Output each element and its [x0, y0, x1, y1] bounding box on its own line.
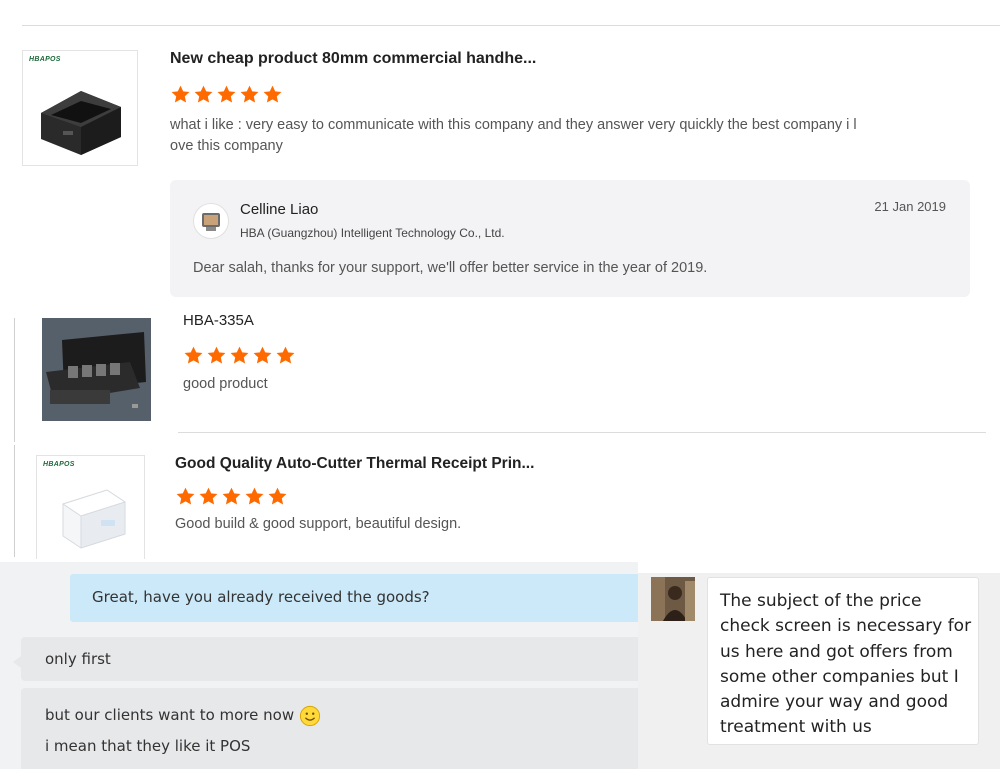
- rating-stars: [183, 345, 296, 366]
- star-icon: [207, 346, 226, 364]
- reply-date: 21 Jan 2019: [874, 199, 946, 214]
- chat-bubble-reply-1: only first: [21, 637, 638, 681]
- printer-illustration: [41, 91, 121, 155]
- seller-reply: Celline Liao HBA (Guangzhou) Intelligent…: [170, 180, 970, 297]
- rating-stars: [175, 486, 288, 507]
- star-icon: [199, 487, 218, 505]
- brand-logo: HBAPOS: [43, 461, 75, 468]
- review-text: Good build & good support, beautiful des…: [175, 516, 462, 532]
- star-icon: [222, 487, 241, 505]
- star-icon: [245, 487, 264, 505]
- message-line-6: treatment with us: [720, 717, 872, 738]
- message-line-1: The subject of the price: [720, 591, 922, 611]
- star-icon: [184, 346, 203, 364]
- star-icon: [176, 487, 195, 505]
- reply-author: Celline Liao: [240, 201, 319, 218]
- review-title[interactable]: Good Quality Auto-Cutter Thermal Receipt…: [175, 455, 534, 473]
- segment-edge: [14, 318, 15, 442]
- top-divider: [22, 25, 1000, 26]
- reply-company: HBA (Guangzhou) Intelligent Technology C…: [240, 226, 505, 240]
- avatar-icon: [193, 203, 229, 239]
- brand-logo: HBAPOS: [29, 56, 61, 63]
- chat-reply-2-line-1: but our clients want to more now: [45, 700, 638, 731]
- segment-edge: [14, 445, 15, 557]
- chat-reply-2-text-1: but our clients want to more now: [45, 706, 295, 724]
- review-text: what i like : very easy to communicate w…: [170, 115, 960, 157]
- product-image-printer[interactable]: HBAPOS: [22, 50, 138, 166]
- message-line-4: some other companies but I: [720, 666, 959, 687]
- rating-stars: [170, 84, 283, 105]
- chat-bubble-question: Great, have you already received the goo…: [70, 574, 638, 622]
- message-line-5: admire your way and good: [720, 692, 949, 713]
- star-icon: [263, 85, 282, 103]
- smile-emoji-icon: [299, 705, 320, 726]
- review-text-line-2: ove this company: [170, 138, 283, 154]
- star-icon: [240, 85, 259, 103]
- star-icon: [217, 85, 236, 103]
- product-image-cash-drawer[interactable]: [42, 318, 151, 421]
- review-title[interactable]: HBA-335A: [183, 312, 254, 329]
- chat-reply-2-line-2: i mean that they like it POS: [45, 737, 251, 755]
- star-icon: [194, 85, 213, 103]
- chat-right-panel: The subject of the price check screen is…: [638, 573, 1000, 769]
- receipt-printer-illustration: [61, 489, 127, 549]
- star-icon: [268, 487, 287, 505]
- message-line-2: check screen is necessary for: [720, 616, 972, 637]
- star-icon: [276, 346, 295, 364]
- cash-drawer-illustration: [42, 318, 151, 421]
- chat-reply-1-text: only first: [45, 650, 111, 668]
- reply-message: Dear salah, thanks for your support, we'…: [193, 260, 708, 276]
- chat-bubble-long-message: The subject of the price check screen is…: [707, 577, 979, 745]
- message-line-3: us here and got offers from: [720, 641, 953, 662]
- product-image-receipt-printer[interactable]: HBAPOS: [36, 455, 145, 559]
- bubble-tail: [13, 656, 21, 668]
- sender-avatar: [651, 577, 695, 621]
- divider: [178, 432, 986, 433]
- chat-bubble-reply-2: but our clients want to more now i mean …: [21, 688, 638, 769]
- star-icon: [230, 346, 249, 364]
- review-text: good product: [183, 376, 268, 392]
- review-title[interactable]: New cheap product 80mm commercial handhe…: [170, 50, 536, 68]
- chat-question-text: Great, have you already received the goo…: [92, 588, 430, 606]
- chat-left-panel: Great, have you already received the goo…: [0, 562, 638, 769]
- star-icon: [253, 346, 272, 364]
- review-text-line-1: what i like : very easy to communicate w…: [170, 117, 857, 133]
- star-icon: [171, 85, 190, 103]
